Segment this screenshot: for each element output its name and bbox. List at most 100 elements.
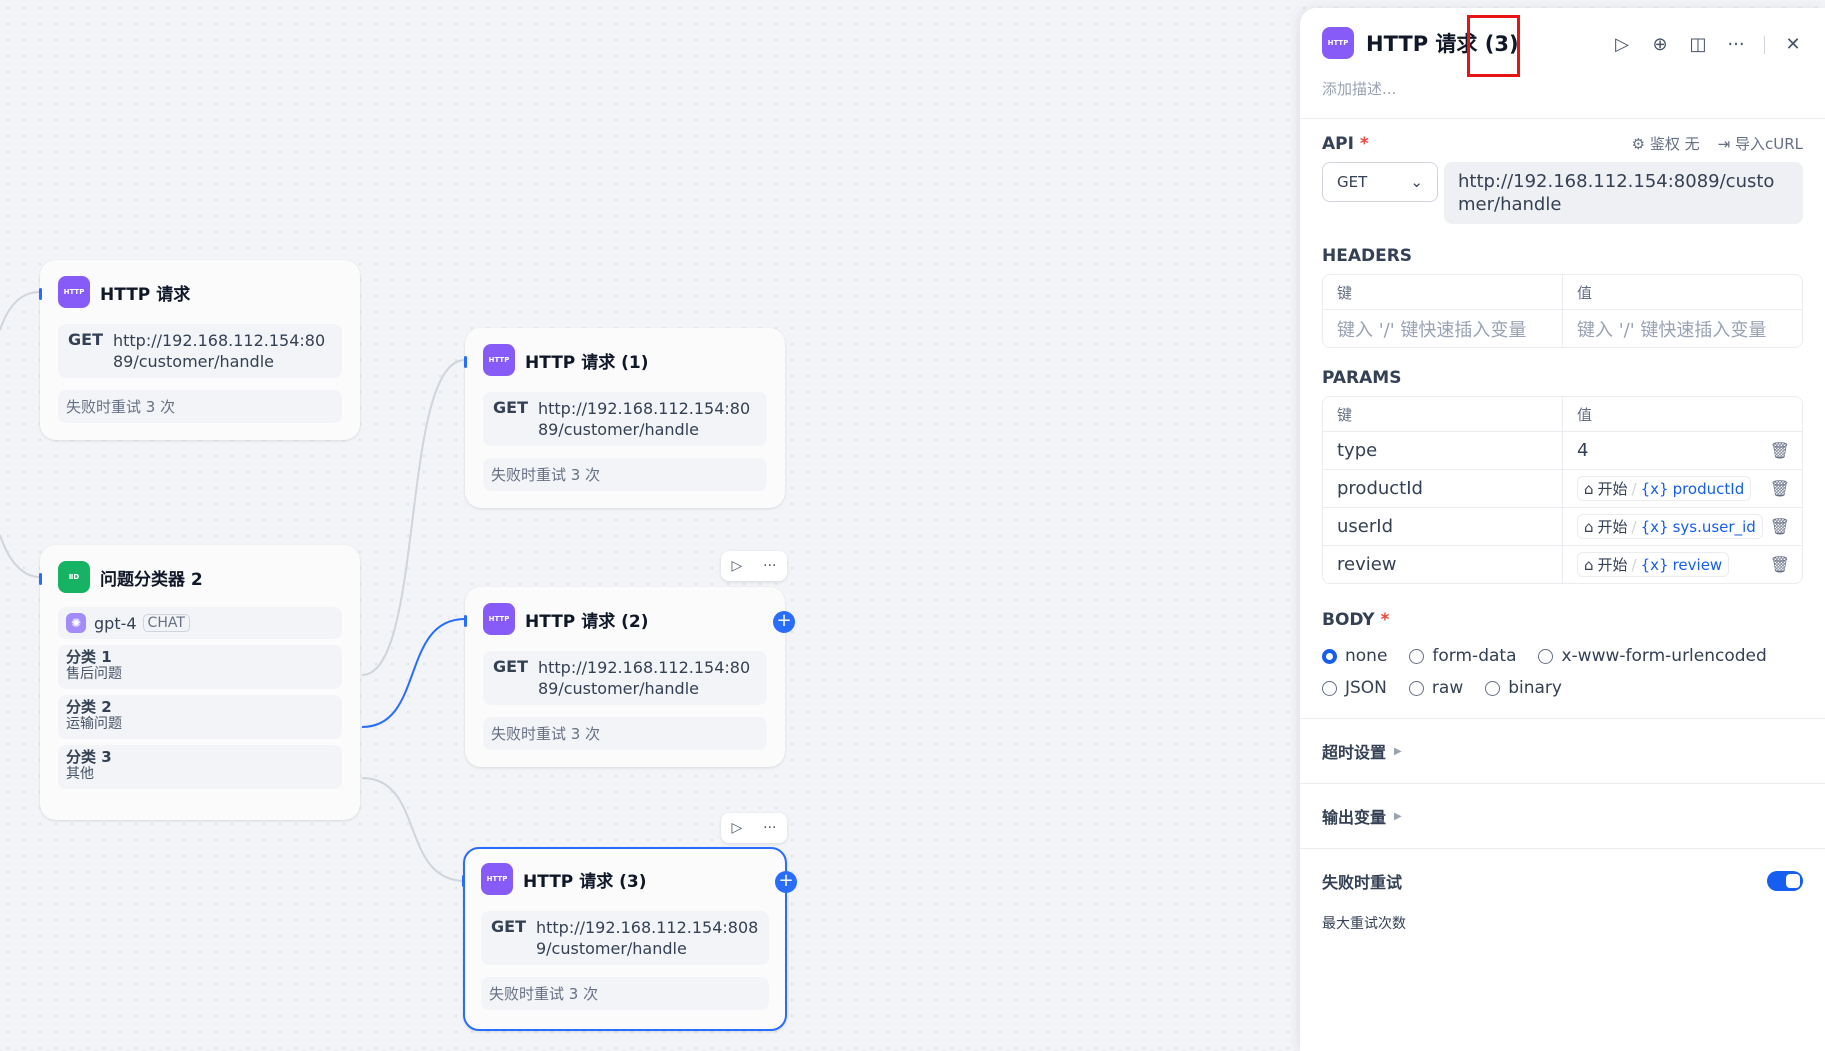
more-icon[interactable]: ··· <box>763 820 776 836</box>
trash-icon[interactable]: 🗑 <box>1770 441 1790 460</box>
param-value-input[interactable]: ⌂ 开始 / {x} review 🗑 <box>1562 546 1802 583</box>
node-method: GET <box>68 330 103 349</box>
trash-icon[interactable]: 🗑 <box>1770 555 1790 574</box>
caret-right-icon: ▶ <box>1394 745 1402 757</box>
header-key-input[interactable]: 键入 '/' 键快速插入变量 <box>1323 310 1562 347</box>
split-view-icon[interactable]: ◫ <box>1688 34 1708 55</box>
radio-checked-icon <box>1322 648 1337 664</box>
node-toolbar: ▷ ··· <box>721 813 787 843</box>
http-node-2[interactable]: + HTTP HTTP 请求 (2) GET http://192.168.11… <box>464 587 795 767</box>
output-label: 输出变量 <box>1322 808 1387 827</box>
param-key-input[interactable]: userId <box>1323 508 1562 545</box>
divider <box>1764 35 1765 54</box>
value-header: 值 <box>1562 275 1802 309</box>
node-retry-info: 失败时重试 3 次 <box>481 977 769 1010</box>
header-value-input[interactable]: 键入 '/' 键快速插入变量 <box>1562 310 1802 347</box>
params-label: PARAMS <box>1322 368 1402 388</box>
method-select[interactable]: GET ⌄ <box>1322 162 1438 202</box>
node-title: HTTP 请求 (1) <box>525 352 649 373</box>
node-input-handle[interactable] <box>464 615 467 627</box>
class-desc: 售后问题 <box>66 666 122 682</box>
retry-toggle[interactable] <box>1767 871 1803 891</box>
radio-none[interactable]: none <box>1322 646 1387 666</box>
key-header: 键 <box>1337 405 1353 424</box>
add-next-node-button[interactable]: + <box>775 871 797 893</box>
api-section-header: API * ⚙ 鉴权 无 ⇥ 导入cURL <box>1300 119 1825 162</box>
import-icon: ⇥ <box>1717 135 1735 153</box>
trash-icon[interactable]: 🗑 <box>1770 517 1790 536</box>
body-label-text: BODY <box>1322 610 1375 630</box>
variable-icon: {x} <box>1640 479 1669 498</box>
param-value-input[interactable]: ⌂ 开始 / {x} productId 🗑 <box>1562 470 1802 507</box>
run-icon[interactable]: ▷ <box>1612 34 1632 55</box>
run-node-icon[interactable]: ▷ <box>731 820 742 836</box>
api-links: ⚙ 鉴权 无 ⇥ 导入cURL <box>1632 133 1803 154</box>
param-key-input[interactable]: review <box>1323 546 1562 583</box>
method-value: GET <box>1337 173 1368 191</box>
radio-form-data[interactable]: form-data <box>1409 646 1516 666</box>
more-icon[interactable]: ··· <box>1726 34 1746 55</box>
model-selector[interactable]: ✺ gpt-4 CHAT <box>58 607 342 639</box>
radio-binary[interactable]: binary <box>1485 678 1562 698</box>
edge-class1-http1 <box>361 359 466 676</box>
node-url: http://192.168.112.154:8089/customer/han… <box>537 658 751 698</box>
node-input-handle[interactable] <box>39 288 42 300</box>
variable-icon: {x} <box>1640 555 1669 574</box>
classifier-node[interactable]: ⅡD 问题分类器 2 ✺ gpt-4 CHAT 分类 1 售后问题 分类 2 运… <box>39 545 360 820</box>
table-header-row: 键 值 <box>1323 275 1802 309</box>
required-mark: * <box>1380 610 1390 630</box>
param-value-input[interactable]: 4 🗑 <box>1562 432 1802 469</box>
table-row: type 4 🗑 <box>1323 431 1802 469</box>
radio-unchecked-icon <box>1408 680 1424 696</box>
var-separator: / <box>1631 555 1637 574</box>
node-url: http://192.168.112.154:8089/customer/han… <box>535 918 759 958</box>
http-node[interactable]: HTTP HTTP 请求 GET http://192.168.112.154:… <box>39 260 360 440</box>
node-url: http://192.168.112.154:8089/customer/han… <box>112 331 326 371</box>
node-config-panel: HTTP HTTP 请求 (3) ▷ ⊕ ◫ ··· ✕ 添加描述... API… <box>1300 8 1825 1051</box>
run-node-icon[interactable]: ▷ <box>731 558 742 574</box>
add-next-node-button[interactable]: + <box>773 611 795 633</box>
table-row: userId ⌂ 开始 / {x} sys.user_id 🗑 <box>1323 507 1802 545</box>
http-node-1[interactable]: HTTP HTTP 请求 (1) GET http://192.168.112.… <box>464 328 785 508</box>
table-row: 键入 '/' 键快速插入变量 键入 '/' 键快速插入变量 <box>1323 309 1802 347</box>
workflow-canvas[interactable]: HTTP HTTP 请求 GET http://192.168.112.154:… <box>0 0 1300 1051</box>
radio-json[interactable]: JSON <box>1322 678 1387 698</box>
edge-incoming-http <box>0 291 41 331</box>
http-icon: HTTP <box>1322 27 1354 59</box>
timeout-settings-toggle[interactable]: 超时设置 ▶ <box>1300 719 1825 783</box>
radio-raw[interactable]: raw <box>1408 678 1463 698</box>
param-value-input[interactable]: ⌂ 开始 / {x} sys.user_id 🗑 <box>1562 508 1802 545</box>
description-input[interactable]: 添加描述... <box>1300 78 1825 118</box>
crosshair-icon[interactable]: ⊕ <box>1650 34 1670 55</box>
var-separator: / <box>1631 517 1637 536</box>
var-node-name: 开始 <box>1597 518 1628 536</box>
value-header: 值 <box>1562 397 1802 431</box>
more-icon[interactable]: ··· <box>763 558 776 574</box>
variable-pill[interactable]: ⌂ 开始 / {x} sys.user_id <box>1577 514 1763 539</box>
auth-button[interactable]: ⚙ 鉴权 无 <box>1632 133 1700 154</box>
class-title: 分类 2 <box>66 698 112 716</box>
node-method: GET <box>493 657 528 676</box>
home-icon: ⌂ <box>1584 555 1594 574</box>
variable-pill[interactable]: ⌂ 开始 / {x} productId <box>1577 476 1752 501</box>
var-node-name: 开始 <box>1597 556 1628 574</box>
body-type-radios: JSON raw binary <box>1300 672 1825 704</box>
highlight-annotation <box>1467 15 1520 77</box>
import-curl-button[interactable]: ⇥ 导入cURL <box>1718 133 1803 154</box>
node-input-handle[interactable] <box>462 875 465 887</box>
http-node-3[interactable]: + HTTP HTTP 请求 (3) GET http://192.168.11… <box>462 847 797 1031</box>
trash-icon[interactable]: 🗑 <box>1770 479 1790 498</box>
node-input-handle[interactable] <box>39 573 42 585</box>
variable-pill[interactable]: ⌂ 开始 / {x} review <box>1577 552 1730 577</box>
output-vars-toggle[interactable]: 输出变量 ▶ <box>1300 784 1825 848</box>
param-key-input[interactable]: type <box>1323 432 1562 469</box>
node-input-handle[interactable] <box>464 356 467 368</box>
close-icon[interactable]: ✕ <box>1783 34 1803 55</box>
param-key-input[interactable]: productId <box>1323 470 1562 507</box>
node-retry-info: 失败时重试 3 次 <box>483 717 767 750</box>
node-title: HTTP 请求 <box>100 284 191 305</box>
radio-unchecked-icon <box>1322 680 1337 696</box>
radio-urlencoded[interactable]: x-www-form-urlencoded <box>1538 646 1767 666</box>
radio-label: binary <box>1508 678 1562 698</box>
url-input[interactable]: http://192.168.112.154:8089/customer/han… <box>1444 162 1803 224</box>
